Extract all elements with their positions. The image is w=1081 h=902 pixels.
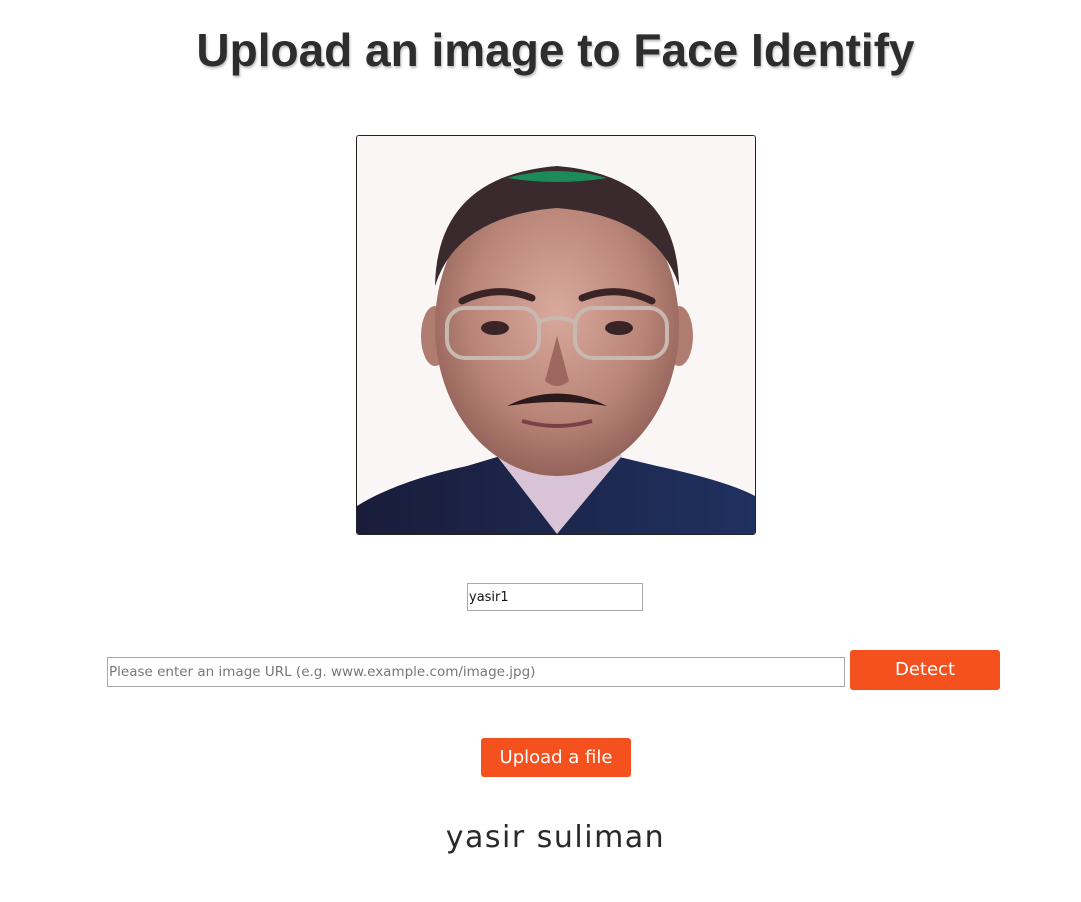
page: Upload an image to Face Identify yasir1 … <box>0 0 1081 902</box>
person-name-input[interactable] <box>467 583 643 611</box>
uploaded-photo <box>356 135 756 535</box>
identified-name: yasir suliman <box>445 820 666 855</box>
detect-button[interactable]: Detect <box>850 650 1000 690</box>
page-title: Upload an image to Face Identify <box>196 24 915 76</box>
face-portrait-photo <box>357 136 755 534</box>
image-url-input[interactable] <box>107 657 845 687</box>
upload-file-button[interactable]: Upload a file <box>481 738 631 777</box>
